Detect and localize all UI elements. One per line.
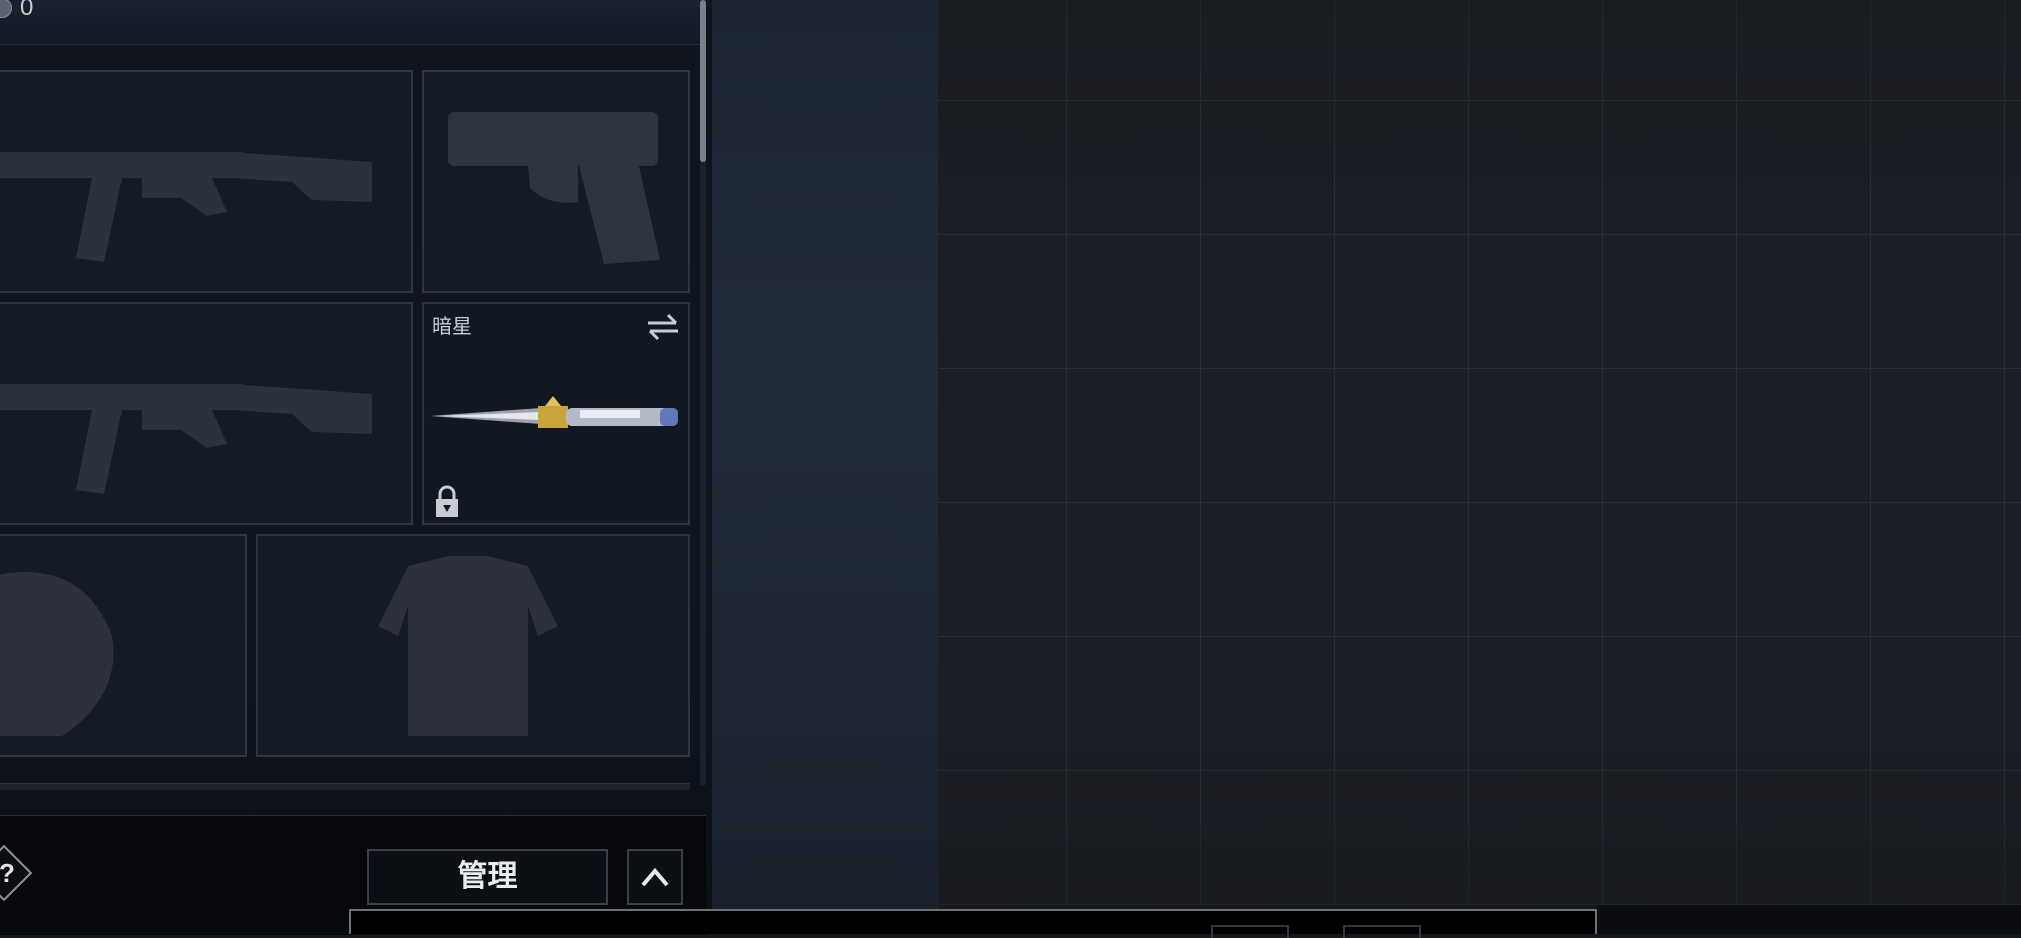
rifle-icon xyxy=(0,384,372,494)
knife-icon xyxy=(430,396,678,428)
currency-bar: 0 xyxy=(0,0,700,45)
slot-helmet[interactable] xyxy=(0,534,247,757)
slot-armor[interactable] xyxy=(256,534,690,757)
bottom-popup-frame xyxy=(349,909,1597,938)
slot-secondary[interactable] xyxy=(422,70,690,293)
loadout-divider xyxy=(0,783,690,790)
bottom-right-shade xyxy=(1597,905,2021,934)
rifle-icon xyxy=(0,152,372,262)
preview-divider-band xyxy=(712,0,938,934)
slot-primary-2[interactable] xyxy=(0,302,413,525)
manage-button[interactable]: 管理 xyxy=(367,849,608,905)
slot-primary-1[interactable] xyxy=(0,70,413,293)
chevron-up-icon xyxy=(641,867,669,887)
popup-tab[interactable] xyxy=(1343,925,1421,938)
grid-shade xyxy=(938,0,2021,905)
currency-icon xyxy=(0,0,12,18)
slot-melee[interactable]: 暗星 xyxy=(422,302,690,525)
helmet-icon xyxy=(0,572,114,736)
melee-item-name: 暗星 xyxy=(432,316,472,338)
expand-button[interactable] xyxy=(627,849,683,905)
lock-icon xyxy=(436,485,458,517)
help-label: ? xyxy=(0,858,15,888)
scroll-thumb[interactable] xyxy=(700,0,706,162)
popup-tab[interactable] xyxy=(1211,925,1289,938)
vest-icon xyxy=(378,556,558,736)
swap-arrows-icon[interactable] xyxy=(646,312,680,342)
currency-value: 0 xyxy=(20,0,34,21)
pistol-icon xyxy=(448,112,660,264)
